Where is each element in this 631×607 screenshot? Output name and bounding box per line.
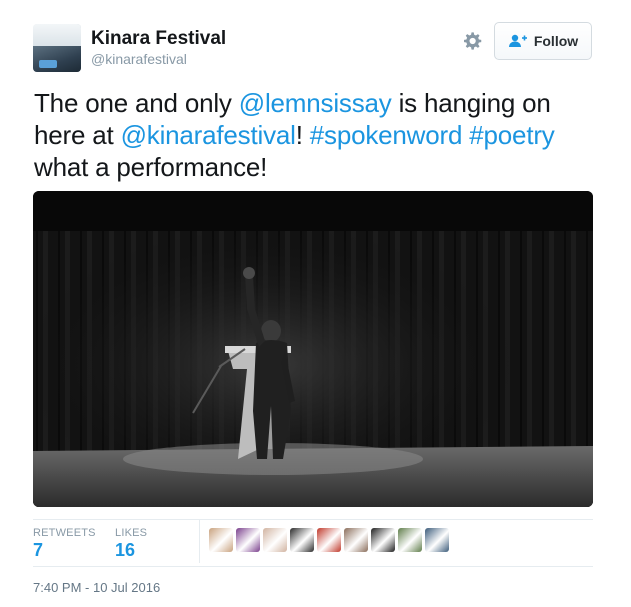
stats-top-divider	[33, 519, 593, 520]
tweet-text-segment: The one and only	[34, 88, 239, 118]
photo-performer-on-stage	[33, 191, 593, 507]
stats-separator	[199, 519, 200, 563]
avatar-landscape	[33, 45, 81, 72]
likes-count[interactable]: 16	[115, 540, 135, 561]
liker-avatar-poetry-logo[interactable]	[290, 528, 314, 552]
hashtag-link[interactable]: #poetry	[469, 120, 555, 150]
mention-link[interactable]: @kinarafestival	[121, 120, 296, 150]
liker-avatar[interactable]	[398, 528, 422, 552]
tweet-text: The one and only @lemnsissay is hanging …	[34, 87, 604, 183]
follow-button-label: Follow	[533, 33, 579, 49]
add-user-icon	[508, 34, 527, 47]
hashtag-link[interactable]: #spokenword	[310, 120, 463, 150]
tweet-photo[interactable]	[33, 191, 593, 507]
liker-avatar[interactable]	[317, 528, 341, 552]
liker-avatar[interactable]	[209, 528, 233, 552]
tweet-text-segment: !	[295, 120, 310, 150]
gear-icon[interactable]	[462, 30, 484, 52]
author-handle[interactable]: @kinarafestival	[91, 51, 187, 67]
liker-avatar[interactable]	[371, 528, 395, 552]
retweets-label: RETWEETS	[33, 527, 96, 539]
tweet-text-segment: what a performance!	[34, 152, 268, 182]
stats-bottom-divider	[33, 566, 593, 567]
liker-avatar[interactable]	[425, 528, 449, 552]
avatar-accent	[39, 60, 57, 68]
retweets-count[interactable]: 7	[33, 540, 43, 561]
tweet-timestamp[interactable]: 7:40 PM - 10 Jul 2016	[33, 580, 160, 595]
gear-icon-svg	[464, 32, 482, 50]
mention-link[interactable]: @lemnsissay	[239, 88, 392, 118]
likes-label: LIKES	[115, 527, 148, 539]
author-avatar[interactable]	[33, 24, 81, 72]
liker-avatars	[209, 528, 449, 552]
follow-button[interactable]: Follow	[494, 22, 592, 60]
author-name[interactable]: Kinara Festival	[91, 28, 226, 50]
liker-avatar[interactable]	[263, 528, 287, 552]
liker-avatar[interactable]	[236, 528, 260, 552]
liker-avatar[interactable]	[344, 528, 368, 552]
